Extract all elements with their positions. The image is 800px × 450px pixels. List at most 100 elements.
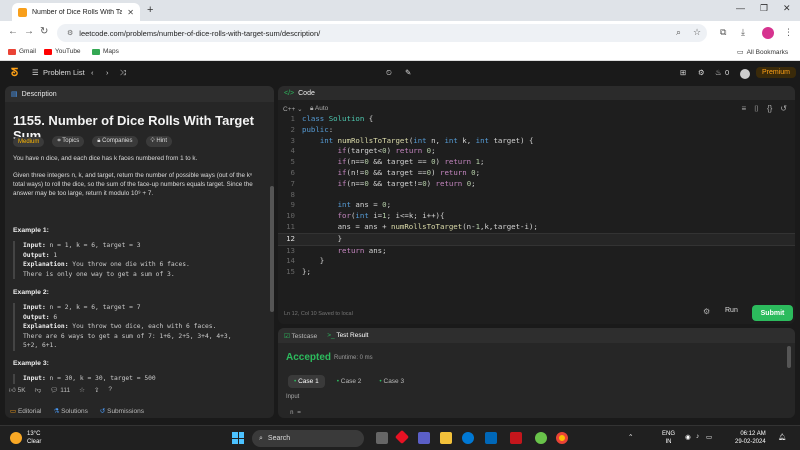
- runtime-label: Runtime: 0 ms: [334, 355, 373, 361]
- format-icon[interactable]: ≡: [741, 104, 746, 114]
- user-avatar[interactable]: [740, 69, 750, 79]
- bookmark-icon[interactable]: ⌷: [754, 104, 759, 114]
- prev-problem-icon[interactable]: ‹: [91, 68, 94, 77]
- leetcode-favicon-icon: [18, 7, 27, 17]
- url-text: leetcode.com/problems/number-of-dice-rol…: [79, 28, 321, 38]
- all-bookmarks[interactable]: ▭ All Bookmarks: [737, 48, 788, 57]
- edge-icon[interactable]: [462, 432, 474, 444]
- bookmark-gmail[interactable]: Gmail: [8, 48, 36, 55]
- bookmark-maps[interactable]: Maps: [92, 48, 119, 55]
- description-scrollbar[interactable]: [270, 186, 274, 312]
- example-1-box: Input: n = 1, k = 6, target = 3 Output: …: [13, 241, 261, 279]
- companies-tag[interactable]: 🔒︎ Companies: [92, 136, 138, 147]
- like-button[interactable]: 👍︎ 5K: [9, 386, 26, 394]
- teams-icon[interactable]: [418, 432, 430, 444]
- chrome-icon[interactable]: [556, 432, 568, 444]
- browser-tab[interactable]: Number of Dice Rolls With Targ ✕: [12, 3, 140, 21]
- forward-icon[interactable]: →: [24, 26, 34, 37]
- settings-gear-icon[interactable]: ⚙: [698, 68, 705, 77]
- temperature: 13°C: [27, 431, 41, 437]
- code-line: 6 if (n!= 0 && target == 0) return 0;: [290, 167, 481, 177]
- leetcode-logo-icon[interactable]: ᘕ: [11, 67, 21, 79]
- search-icon[interactable]: ⌕: [676, 27, 681, 38]
- input-label: Input: [286, 394, 300, 400]
- reaction-bar: 👍︎ 5K 👎︎ 💬︎ 111 ☆ ⇪ ?: [9, 386, 112, 394]
- case-tab-1[interactable]: • Case 1: [288, 375, 325, 388]
- next-problem-icon[interactable]: ›: [106, 68, 109, 77]
- code-tab[interactable]: </> Code: [278, 86, 795, 100]
- topics-tag[interactable]: ⌗ Topics: [52, 136, 85, 147]
- menu-icon[interactable]: ⋮: [784, 27, 793, 38]
- reload-icon[interactable]: ↻: [40, 26, 48, 37]
- code-line: 8: [290, 189, 295, 199]
- downloads-icon[interactable]: ⤓: [741, 27, 745, 38]
- app-icon[interactable]: [394, 429, 410, 445]
- hint-tag[interactable]: 💡︎ Hint: [145, 136, 173, 147]
- clock[interactable]: 06:12 AM 29-02-2024: [735, 430, 766, 446]
- tab-editorial[interactable]: ▭ Editorial: [10, 407, 41, 415]
- code-line: 15};: [286, 267, 311, 277]
- case-tabs: • Case 1 • Case 2 • Case 3: [288, 375, 410, 388]
- streak-fire-icon[interactable]: ♨: [715, 68, 722, 77]
- profile-avatar[interactable]: [762, 27, 774, 39]
- task-view-icon[interactable]: [376, 432, 388, 444]
- tray-chevron-icon[interactable]: ⌃: [628, 433, 633, 441]
- run-button[interactable]: Run: [725, 307, 738, 314]
- extensions-icon[interactable]: ⧉: [720, 27, 726, 38]
- config-icon[interactable]: ⚙: [703, 307, 710, 316]
- site-info-icon[interactable]: ⚙: [67, 29, 73, 37]
- dislike-icon[interactable]: 👎︎: [35, 386, 42, 394]
- back-icon[interactable]: ←: [8, 26, 18, 37]
- tab-solutions[interactable]: ⚗ Solutions: [53, 407, 87, 415]
- restore-icon[interactable]: ❐: [760, 3, 768, 14]
- code-editor[interactable]: 1 class Solution { 2 public: 3 int numRoll…: [278, 114, 795, 278]
- notes-icon[interactable]: ✎: [405, 68, 411, 77]
- leetcode-navbar: ᘕ ☰ Problem List ‹ › ⤨ ⏲ ✎ ⊞ ⚙ ♨ 0 Premi…: [0, 62, 800, 85]
- comments-button[interactable]: 💬︎ 111: [50, 386, 70, 394]
- help-icon[interactable]: ?: [108, 386, 112, 394]
- battery-icon[interactable]: ▭: [706, 433, 712, 441]
- minimize-icon[interactable]: —: [736, 3, 745, 13]
- submit-button[interactable]: Submit: [752, 305, 793, 321]
- tab-submissions[interactable]: ↺ Submissions: [100, 407, 144, 415]
- debug-icon[interactable]: ⏲: [386, 68, 392, 78]
- close-window-icon[interactable]: ✕: [783, 3, 791, 14]
- app-badge-icon[interactable]: [535, 432, 547, 444]
- reset-icon[interactable]: ↺: [780, 104, 787, 114]
- problem-list-link[interactable]: Problem List: [43, 68, 85, 77]
- notification-bell-icon[interactable]: 🔔︎: [778, 433, 786, 441]
- share-icon[interactable]: ⇪: [94, 386, 99, 394]
- windows-start-icon[interactable]: [232, 432, 244, 444]
- mcafee-icon[interactable]: [510, 432, 522, 444]
- bookmark-youtube[interactable]: YouTube: [44, 48, 81, 55]
- code-icon: </>: [284, 89, 295, 97]
- case-tab-2[interactable]: • Case 2: [331, 375, 368, 388]
- premium-button[interactable]: Premium: [756, 67, 797, 78]
- close-tab-icon[interactable]: ✕: [127, 8, 134, 17]
- store-icon[interactable]: [485, 432, 497, 444]
- layout-icon[interactable]: ⊞: [680, 68, 686, 77]
- volume-icon[interactable]: ♪: [696, 433, 699, 440]
- description-tab[interactable]: ▤ Description: [5, 86, 274, 102]
- tab-test-result[interactable]: >_ Test Result: [327, 332, 368, 339]
- test-scrollbar[interactable]: [787, 346, 791, 368]
- bookmark-star-icon[interactable]: ☆: [693, 27, 701, 38]
- tab-testcase[interactable]: ☑ Testcase: [284, 332, 317, 340]
- description-para-1: You have n dice, and each dice has k fac…: [13, 155, 198, 162]
- difficulty-badge: Medium: [13, 136, 45, 147]
- taskbar-search[interactable]: ⌕ Search: [252, 430, 364, 447]
- shuffle-icon[interactable]: ⤨: [120, 68, 126, 78]
- file-explorer-icon[interactable]: [440, 432, 452, 444]
- new-tab-button[interactable]: +: [147, 4, 153, 16]
- braces-icon[interactable]: {}: [767, 104, 772, 114]
- case-tab-3[interactable]: • Case 3: [373, 375, 410, 388]
- code-line: 7 if (n== 0 && target!= 0) return 0;: [290, 178, 476, 188]
- star-icon[interactable]: ☆: [79, 386, 85, 394]
- url-bar[interactable]: ⚙ leetcode.com/problems/number-of-dice-r…: [57, 24, 707, 42]
- language-indicator[interactable]: ENG IN: [662, 430, 675, 446]
- language-select[interactable]: C++ ⌄: [283, 105, 303, 113]
- bookmarks-bar: Gmail YouTube Maps ▭ All Bookmarks: [0, 45, 800, 61]
- wifi-icon[interactable]: ◉: [685, 433, 691, 441]
- weather-widget[interactable]: 13°C Clear: [10, 430, 41, 446]
- auto-mode-toggle[interactable]: 🔒︎ Auto: [310, 105, 328, 113]
